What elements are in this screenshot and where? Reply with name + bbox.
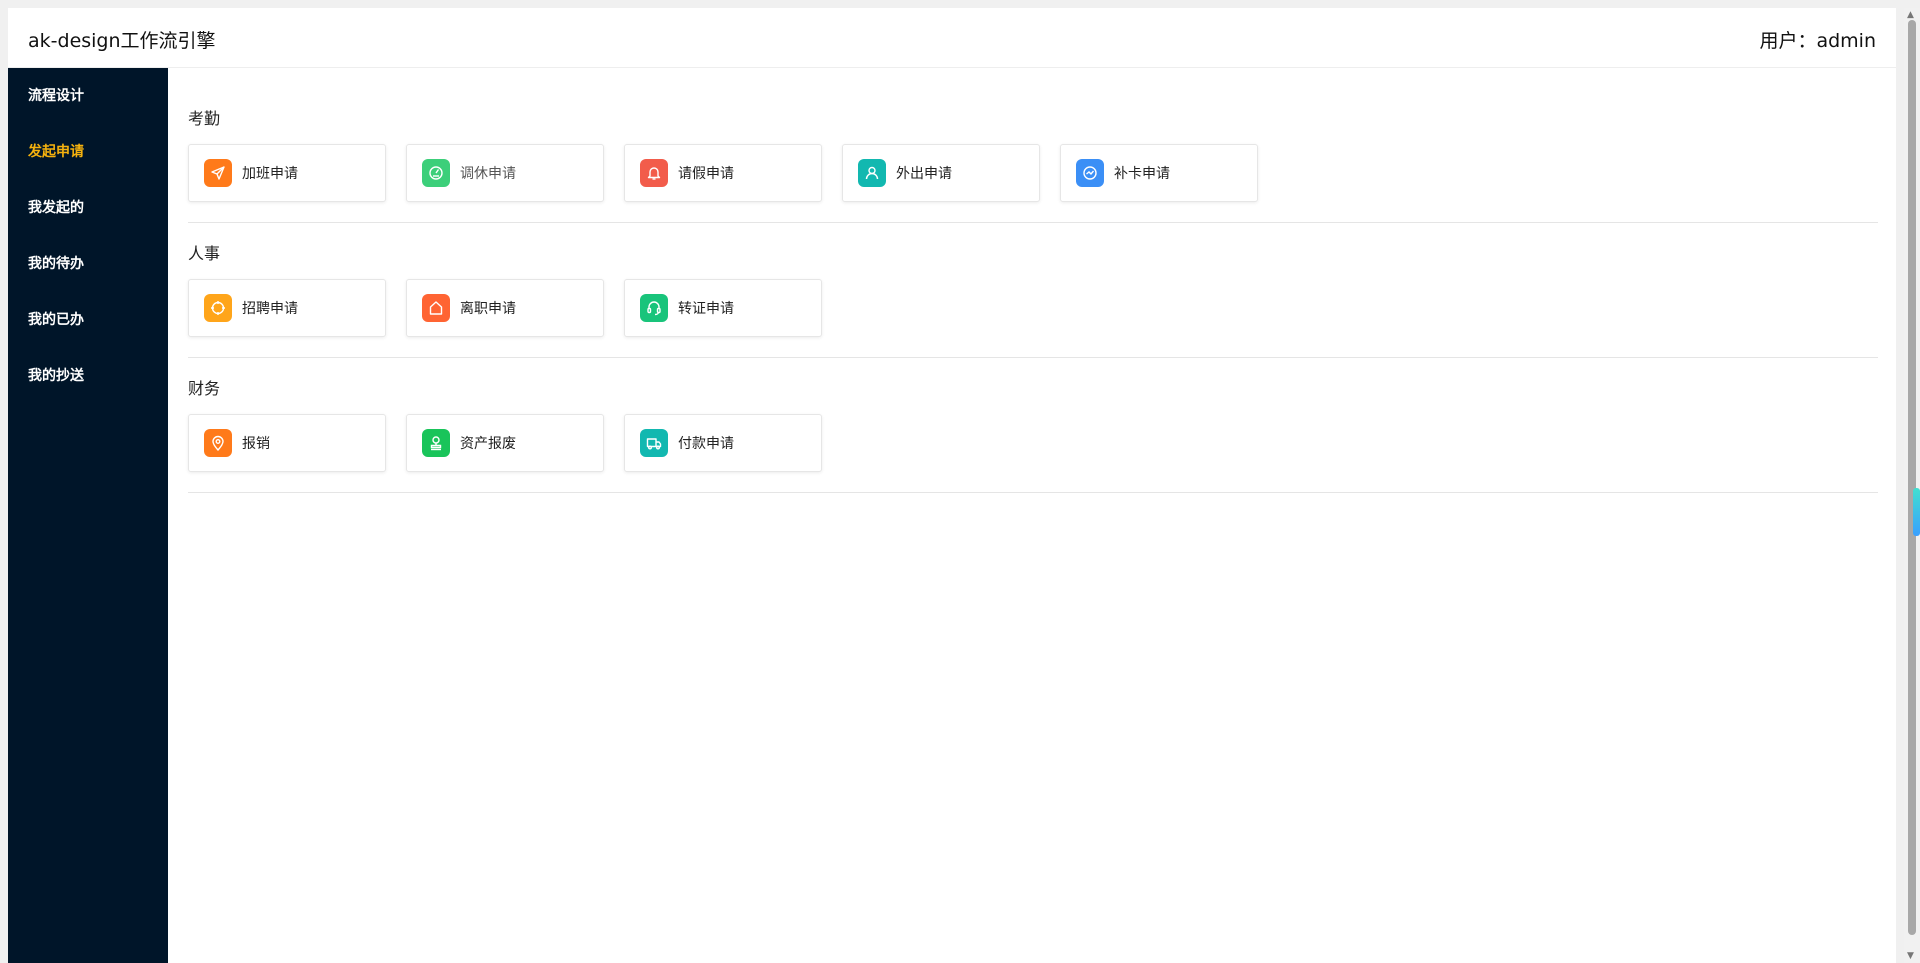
target-icon bbox=[204, 294, 232, 322]
app-card-regularization[interactable]: 转证申请 bbox=[624, 279, 822, 337]
section-title: 考勤 bbox=[188, 109, 221, 128]
app-card-asset-disposal[interactable]: 资产报废 bbox=[406, 414, 604, 472]
sidebar-item-my-todo[interactable]: 我的待办 bbox=[8, 236, 168, 292]
app-card-recruitment[interactable]: 招聘申请 bbox=[188, 279, 386, 337]
top-header: ak-design工作流引擎 用户：admin bbox=[8, 8, 1896, 68]
card-label: 报销 bbox=[242, 436, 270, 452]
section-hr: 人事 招聘申请 离职申请 转证申请 bbox=[188, 223, 1878, 358]
card-grid: 报销 资产报废 付款申请 bbox=[188, 404, 1878, 492]
card-label: 调休申请 bbox=[460, 166, 516, 182]
card-label: 资产报废 bbox=[460, 436, 516, 452]
card-label: 离职申请 bbox=[460, 301, 516, 317]
section-title: 财务 bbox=[188, 379, 221, 398]
card-grid: 加班申请 调休申请 请假申请 外出申请 补卡申请 bbox=[188, 134, 1878, 222]
scroll-up-arrow-icon[interactable]: ▲ bbox=[1907, 10, 1914, 20]
truck-icon bbox=[640, 429, 668, 457]
app-card-punch-correction[interactable]: 补卡申请 bbox=[1060, 144, 1258, 202]
scroll-down-arrow-icon[interactable]: ▼ bbox=[1907, 951, 1914, 961]
card-label: 付款申请 bbox=[678, 436, 734, 452]
app-title: ak-design工作流引擎 bbox=[28, 30, 216, 52]
app-card-overtime[interactable]: 加班申请 bbox=[188, 144, 386, 202]
app-card-reimbursement[interactable]: 报销 bbox=[188, 414, 386, 472]
app-card-compensatory-leave[interactable]: 调休申请 bbox=[406, 144, 604, 202]
sidebar-item-process-design[interactable]: 流程设计 bbox=[8, 68, 168, 124]
app-card-outing[interactable]: 外出申请 bbox=[842, 144, 1040, 202]
app-window: ak-design工作流引擎 用户：admin 流程设计 发起申请 我发起的 我… bbox=[8, 8, 1896, 963]
card-label: 转证申请 bbox=[678, 301, 734, 317]
home-icon bbox=[422, 294, 450, 322]
sidebar-nav: 流程设计 发起申请 我发起的 我的待办 我的已办 我的抄送 bbox=[8, 68, 168, 963]
paper-plane-icon bbox=[204, 159, 232, 187]
app-card-leave-request[interactable]: 请假申请 bbox=[624, 144, 822, 202]
sidebar-item-my-done[interactable]: 我的已办 bbox=[8, 292, 168, 348]
bell-icon bbox=[640, 159, 668, 187]
vertical-scrollbar[interactable]: ▲ ▼ bbox=[1904, 8, 1920, 963]
sidebar-item-start-application[interactable]: 发起申请 bbox=[8, 124, 168, 180]
card-label: 加班申请 bbox=[242, 166, 298, 182]
scroll-accent-marker bbox=[1913, 488, 1920, 536]
app-card-payment[interactable]: 付款申请 bbox=[624, 414, 822, 472]
user-icon bbox=[858, 159, 886, 187]
main-content: 考勤 加班申请 调休申请 请假申请 外出申请 补卡申请 人事 招聘申请 离职申请… bbox=[188, 68, 1878, 963]
section-title: 人事 bbox=[188, 244, 221, 263]
card-label: 请假申请 bbox=[678, 166, 734, 182]
scrollbar-thumb[interactable] bbox=[1908, 20, 1916, 935]
section-attendance: 考勤 加班申请 调休申请 请假申请 外出申请 补卡申请 bbox=[188, 68, 1878, 223]
stamp-icon bbox=[422, 429, 450, 457]
card-label: 招聘申请 bbox=[242, 301, 298, 317]
sidebar-item-my-initiated[interactable]: 我发起的 bbox=[8, 180, 168, 236]
card-grid: 招聘申请 离职申请 转证申请 bbox=[188, 269, 1878, 357]
chart-circle-icon bbox=[1076, 159, 1104, 187]
section-finance: 财务 报销 资产报废 付款申请 bbox=[188, 358, 1878, 493]
card-label: 补卡申请 bbox=[1114, 166, 1170, 182]
gauge-icon bbox=[422, 159, 450, 187]
location-pin-icon bbox=[204, 429, 232, 457]
app-card-resignation[interactable]: 离职申请 bbox=[406, 279, 604, 337]
headset-icon bbox=[640, 294, 668, 322]
sidebar-item-my-cc[interactable]: 我的抄送 bbox=[8, 348, 168, 404]
current-user[interactable]: 用户：admin bbox=[1759, 26, 1876, 53]
card-label: 外出申请 bbox=[896, 166, 952, 182]
